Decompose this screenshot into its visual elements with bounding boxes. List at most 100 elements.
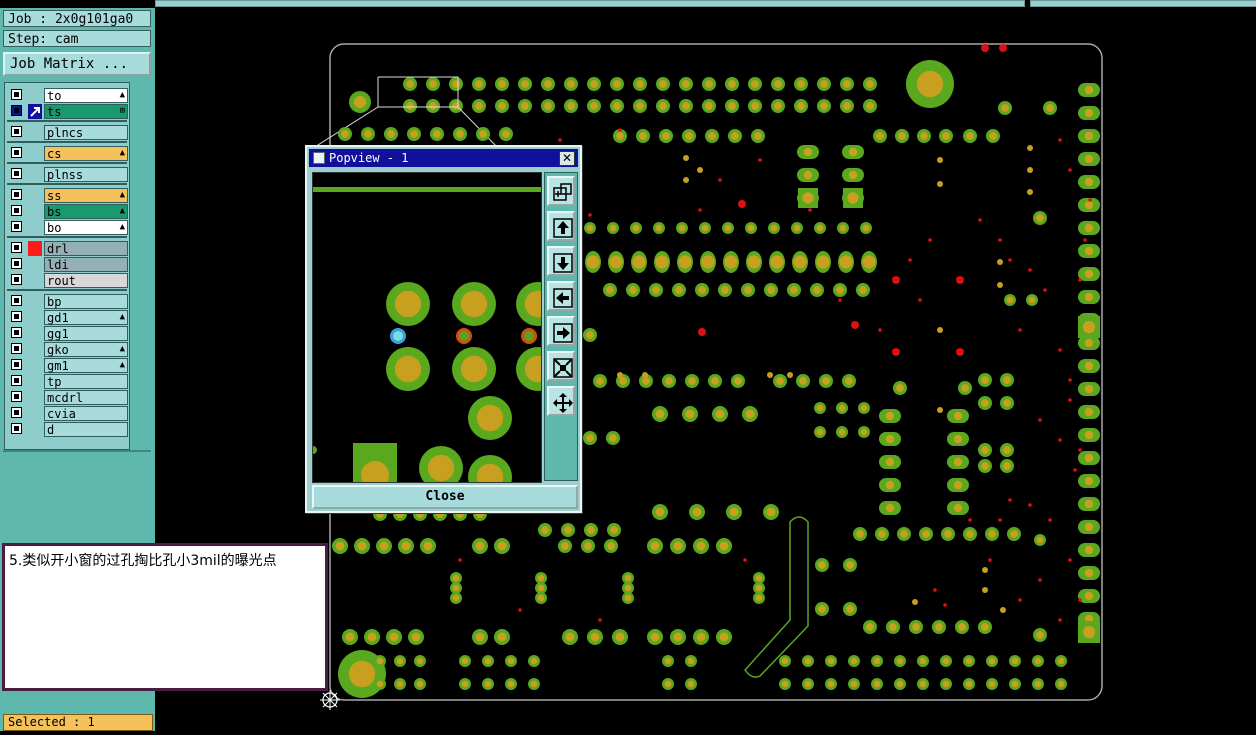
popview-window[interactable]: Popview - 1 ✕ Close <box>305 145 582 513</box>
layer-row-cs[interactable]: cs ▲ <box>9 146 128 161</box>
pan-right-button[interactable] <box>547 316 575 346</box>
layer-checkbox[interactable] <box>11 311 22 322</box>
layer-name: gg1 <box>44 326 128 341</box>
layer-checkbox[interactable] <box>11 189 22 200</box>
layer-indicator <box>28 146 42 161</box>
layer-checkbox[interactable] <box>11 359 22 370</box>
layer-list: to ▲ ts ⊞ plncs cs ▲ plnss ss ▲ bs ▲ bo ▲ drl ldi rout bp… <box>4 82 130 450</box>
layer-indicator <box>28 342 42 357</box>
layer-name: to ▲ <box>44 88 128 103</box>
layer-name: bs ▲ <box>44 204 128 219</box>
layer-row-ss[interactable]: ss ▲ <box>9 188 128 203</box>
popview-title-bar[interactable]: Popview - 1 ✕ <box>309 149 578 167</box>
window-icon <box>313 152 325 164</box>
popview-zoom-view[interactable] <box>312 172 542 483</box>
pan-down-button[interactable] <box>547 246 575 276</box>
layer-checkbox[interactable] <box>11 105 22 116</box>
annotation-note: 5.类似开小窗的过孔掏比孔小3mil的曝光点 <box>2 543 328 691</box>
layer-checkbox[interactable] <box>11 168 22 179</box>
pan-up-button[interactable] <box>547 211 575 241</box>
layer-checkbox[interactable] <box>11 343 22 354</box>
layer-checkbox[interactable] <box>11 242 22 253</box>
layer-checkbox[interactable] <box>11 126 22 137</box>
zoom-fit-icon <box>553 358 573 378</box>
pan-right-icon <box>553 323 573 343</box>
layer-name: gd1 ▲ <box>44 310 128 325</box>
layer-indicator <box>28 390 42 405</box>
layer-indicator <box>28 422 42 437</box>
layer-checkbox[interactable] <box>11 274 22 285</box>
layer-flag-icon: ▲ <box>119 190 125 200</box>
layer-row-plncs[interactable]: plncs <box>9 125 128 140</box>
layer-checkbox[interactable] <box>11 407 22 418</box>
layer-row-bp[interactable]: bp <box>9 294 128 309</box>
layer-row-bs[interactable]: bs ▲ <box>9 204 128 219</box>
layer-name: tp <box>44 374 128 389</box>
layer-row-mcdrl[interactable]: mcdrl <box>9 390 128 405</box>
left-panel-lower <box>3 450 151 552</box>
zoom-area-button[interactable] <box>547 176 575 206</box>
layer-indicator <box>28 310 42 325</box>
layer-flag-icon: ▲ <box>119 148 125 158</box>
layer-checkbox[interactable] <box>11 147 22 158</box>
layer-checkbox[interactable] <box>11 295 22 306</box>
layer-row-to[interactable]: to ▲ <box>9 88 128 103</box>
layer-name: plnss <box>44 167 128 182</box>
layer-separator <box>7 289 127 291</box>
layer-row-bo[interactable]: bo ▲ <box>9 220 128 235</box>
zoom-expand-button[interactable] <box>547 386 575 416</box>
layer-indicator <box>28 88 42 103</box>
layer-row-drl[interactable]: drl <box>9 241 128 256</box>
layer-separator <box>7 141 127 143</box>
popview-close-button[interactable]: Close <box>312 485 578 509</box>
layer-separator <box>7 162 127 164</box>
layer-checkbox[interactable] <box>11 423 22 434</box>
zoom-expand-icon <box>553 393 573 413</box>
layer-row-cvia[interactable]: cvia <box>9 406 128 421</box>
pan-left-button[interactable] <box>547 281 575 311</box>
layer-checkbox[interactable] <box>11 327 22 338</box>
layer-row-ts[interactable]: ts ⊞ <box>9 104 128 119</box>
layer-separator <box>7 120 127 122</box>
layer-flag-icon: ▲ <box>119 344 125 354</box>
layer-checkbox[interactable] <box>11 391 22 402</box>
layer-row-gd1[interactable]: gd1 ▲ <box>9 310 128 325</box>
layer-indicator <box>28 104 42 119</box>
layer-row-rout[interactable]: rout <box>9 273 128 288</box>
layer-indicator <box>28 273 42 288</box>
top-toolbar-right <box>1030 0 1256 7</box>
layer-checkbox[interactable] <box>11 205 22 216</box>
layer-row-gm1[interactable]: gm1 ▲ <box>9 358 128 373</box>
zoom-fit-button[interactable] <box>547 351 575 381</box>
layer-indicator <box>28 406 42 421</box>
layer-row-ldi[interactable]: ldi <box>9 257 128 272</box>
pan-left-icon <box>553 288 573 308</box>
close-icon[interactable]: ✕ <box>559 151 575 166</box>
pan-up-icon <box>553 218 573 238</box>
layer-name: ts ⊞ <box>44 104 128 119</box>
layer-row-d[interactable]: d <box>9 422 128 437</box>
step-label: Step: cam <box>3 30 151 47</box>
layer-flag-icon: ▲ <box>119 90 125 100</box>
popview-toolbar <box>544 172 578 481</box>
layer-row-plnss[interactable]: plnss <box>9 167 128 182</box>
layer-checkbox[interactable] <box>11 375 22 386</box>
layer-indicator <box>28 204 42 219</box>
zoom-area-icon <box>553 183 572 201</box>
layer-checkbox[interactable] <box>11 89 22 100</box>
layer-row-gg1[interactable]: gg1 <box>9 326 128 341</box>
layer-name: bp <box>44 294 128 309</box>
layer-flag-icon: ▲ <box>119 206 125 216</box>
layer-indicator <box>28 326 42 341</box>
job-matrix-button[interactable]: Job Matrix ... <box>3 52 151 76</box>
popview-title: Popview - 1 <box>329 151 409 165</box>
layer-row-tp[interactable]: tp <box>9 374 128 389</box>
layer-indicator <box>28 358 42 373</box>
layer-name: gko ▲ <box>44 342 128 357</box>
layer-checkbox[interactable] <box>11 221 22 232</box>
layer-checkbox[interactable] <box>11 258 22 269</box>
layer-row-gko[interactable]: gko ▲ <box>9 342 128 357</box>
layer-name: gm1 ▲ <box>44 358 128 373</box>
layer-indicator <box>28 125 42 140</box>
top-toolbar-left <box>155 0 1025 7</box>
